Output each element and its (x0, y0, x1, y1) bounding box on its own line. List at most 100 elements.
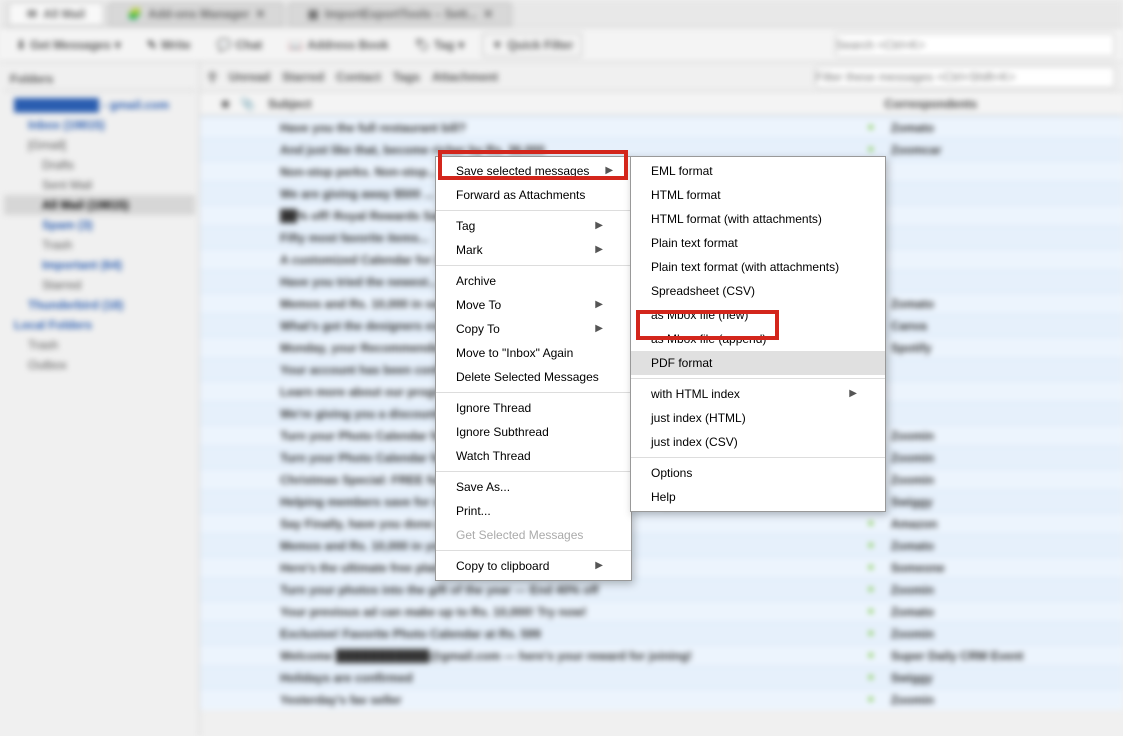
folder-item[interactable]: ██████████ - gmail.com (4, 95, 195, 115)
folder-item[interactable]: Drafts (4, 155, 195, 175)
folder-item[interactable]: Starred (4, 275, 195, 295)
menu-separator (436, 471, 631, 472)
menu-item-eml[interactable]: EML format (631, 159, 885, 183)
menu-item-label: HTML format (with attachments) (651, 211, 822, 227)
filter-contact[interactable]: Contact (336, 70, 381, 84)
menu-item-label: Get Selected Messages (456, 527, 583, 543)
menu-item-ignore-thread[interactable]: Ignore Thread (436, 396, 631, 420)
submenu-arrow-icon: ▶ (595, 218, 603, 234)
menu-item-print[interactable]: Print... (436, 499, 631, 523)
message-row[interactable]: Have you the full restaurant bill?●Zomat… (200, 116, 1123, 138)
menu-separator (436, 392, 631, 393)
folder-item[interactable]: Trash (4, 335, 195, 355)
menu-item-archive[interactable]: Archive (436, 269, 631, 293)
menu-item-help[interactable]: Help (631, 485, 885, 509)
message-row[interactable]: Welcome ███████████@gmail.com — here's y… (200, 644, 1123, 666)
menu-item-options[interactable]: Options (631, 461, 885, 485)
tab-importexport[interactable]: ▣ ImportExportTools – Sett... ✕ (288, 2, 512, 26)
filter-unread[interactable]: Unread (229, 70, 270, 84)
menu-item-copy-clip[interactable]: Copy to clipboard▶ (436, 554, 631, 578)
tag-button[interactable]: 🏷 Tag ▾ (407, 34, 473, 56)
filter-icon[interactable]: ⚲ (208, 70, 217, 84)
menu-separator (436, 550, 631, 551)
filter-tags[interactable]: Tags (393, 70, 420, 84)
menu-item-save-as[interactable]: Save As... (436, 475, 631, 499)
submenu-arrow-icon: ▶ (849, 386, 857, 402)
filter-attachment[interactable]: Attachment (432, 70, 498, 84)
folder-item[interactable]: Trash (4, 235, 195, 255)
menu-item-ignore-sub[interactable]: Ignore Subthread (436, 420, 631, 444)
menu-item-csv[interactable]: Spreadsheet (CSV) (631, 279, 885, 303)
menu-item-move-to[interactable]: Move To▶ (436, 293, 631, 317)
folder-item[interactable]: Sent Mail (4, 175, 195, 195)
menu-item-html-att[interactable]: HTML format (with attachments) (631, 207, 885, 231)
folder-item[interactable]: Spam (3) (4, 215, 195, 235)
menu-item-html[interactable]: HTML format (631, 183, 885, 207)
status-dot-icon: ● (861, 672, 881, 683)
menu-item-label: Save As... (456, 479, 510, 495)
menu-item-label: Archive (456, 273, 496, 289)
address-book-button[interactable]: 📖 Address Book (280, 34, 396, 56)
menu-item-delete[interactable]: Delete Selected Messages (436, 365, 631, 389)
column-correspondents[interactable]: Correspondents (884, 97, 1123, 111)
menu-item-copy-to[interactable]: Copy To▶ (436, 317, 631, 341)
quick-filter-button[interactable]: ▼ Quick Filter (482, 33, 582, 57)
close-icon[interactable]: ✕ (255, 7, 265, 21)
menu-item-label: Options (651, 465, 692, 481)
folder-item[interactable]: Outbox (4, 355, 195, 375)
message-row[interactable]: Yesterday's fav seller●Zoomin (200, 688, 1123, 710)
folder-item[interactable]: Thunderbird (18) (4, 295, 195, 315)
menu-item-label: Tag (456, 218, 475, 234)
menu-separator (631, 457, 885, 458)
folder-sidebar: Folders ██████████ - gmail.comInbox (198… (0, 62, 200, 736)
message-subject: Turn your photos into the gift of the ye… (200, 583, 861, 597)
menu-item-idx-csv[interactable]: just index (CSV) (631, 430, 885, 454)
book-icon: 📖 (288, 38, 303, 52)
menu-item-pdf[interactable]: PDF format (631, 351, 885, 375)
menu-item-label: PDF format (651, 355, 712, 371)
message-subject: Welcome ███████████@gmail.com — here's y… (200, 649, 861, 663)
message-filter-input[interactable] (815, 66, 1115, 88)
menu-item-text-att[interactable]: Plain text format (with attachments) (631, 255, 885, 279)
message-row[interactable]: Say Finally, have you done good this yea… (200, 512, 1123, 534)
message-row[interactable]: Turn your photos into the gift of the ye… (200, 578, 1123, 600)
menu-item-label: Ignore Subthread (456, 424, 549, 440)
menu-item-watch-thread[interactable]: Watch Thread (436, 444, 631, 468)
global-search-input[interactable] (835, 33, 1115, 57)
menu-item-mark[interactable]: Mark▶ (436, 238, 631, 262)
menu-item-forward-attach[interactable]: Forward as Attachments (436, 183, 631, 207)
chat-button[interactable]: 💬 Chat (209, 34, 271, 56)
menu-item-label: Ignore Thread (456, 400, 531, 416)
menu-item-label: just index (HTML) (651, 410, 746, 426)
status-dot-icon: ● (861, 694, 881, 705)
get-messages-button[interactable]: ⬇ Get Messages ▾ (8, 34, 129, 56)
folder-item[interactable]: Inbox (19815) (4, 115, 195, 135)
folder-item[interactable]: [Gmail] (4, 135, 195, 155)
status-dot-icon: ● (861, 562, 881, 573)
folder-item[interactable]: Local Folders (4, 315, 195, 335)
message-row[interactable]: Exclusive! Favorite Photo Calendar at Rs… (200, 622, 1123, 644)
message-row[interactable]: Your previous ad can make up to Rs. 10,0… (200, 600, 1123, 622)
menu-item-label: EML format (651, 163, 713, 179)
message-row[interactable]: Here's the ultimate free planning checkl… (200, 556, 1123, 578)
message-correspondent: Zoomin (881, 693, 1123, 707)
message-row[interactable]: Memos and Rs. 10,000 in your Inventory!●… (200, 534, 1123, 556)
pen-icon: ✎ (147, 38, 157, 52)
menu-item-mbox-app[interactable]: as Mbox file (append) (631, 327, 885, 351)
menu-item-text[interactable]: Plain text format (631, 231, 885, 255)
write-button[interactable]: ✎ Write (139, 34, 199, 56)
folder-item[interactable]: Important (64) (4, 255, 195, 275)
message-row[interactable]: Holidays are confirmed●Swiggy (200, 666, 1123, 688)
tab-all-mail[interactable]: ✉ All Mail (8, 2, 104, 26)
menu-item-html-index[interactable]: with HTML index▶ (631, 382, 885, 406)
column-subject[interactable]: Subject (260, 97, 864, 111)
menu-item-mbox-new[interactable]: as Mbox file (new) (631, 303, 885, 327)
tab-addons[interactable]: 🧩 Add-ons Manager ✕ (108, 2, 284, 26)
menu-item-move-inbox[interactable]: Move to "Inbox" Again (436, 341, 631, 365)
close-icon[interactable]: ✕ (483, 7, 493, 21)
folder-item[interactable]: All Mail (19815) (4, 195, 195, 215)
menu-item-save-selected[interactable]: Save selected messages▶ (436, 159, 631, 183)
menu-item-tag[interactable]: Tag ▶ (436, 214, 631, 238)
filter-starred[interactable]: Starred (282, 70, 324, 84)
menu-item-idx-html[interactable]: just index (HTML) (631, 406, 885, 430)
